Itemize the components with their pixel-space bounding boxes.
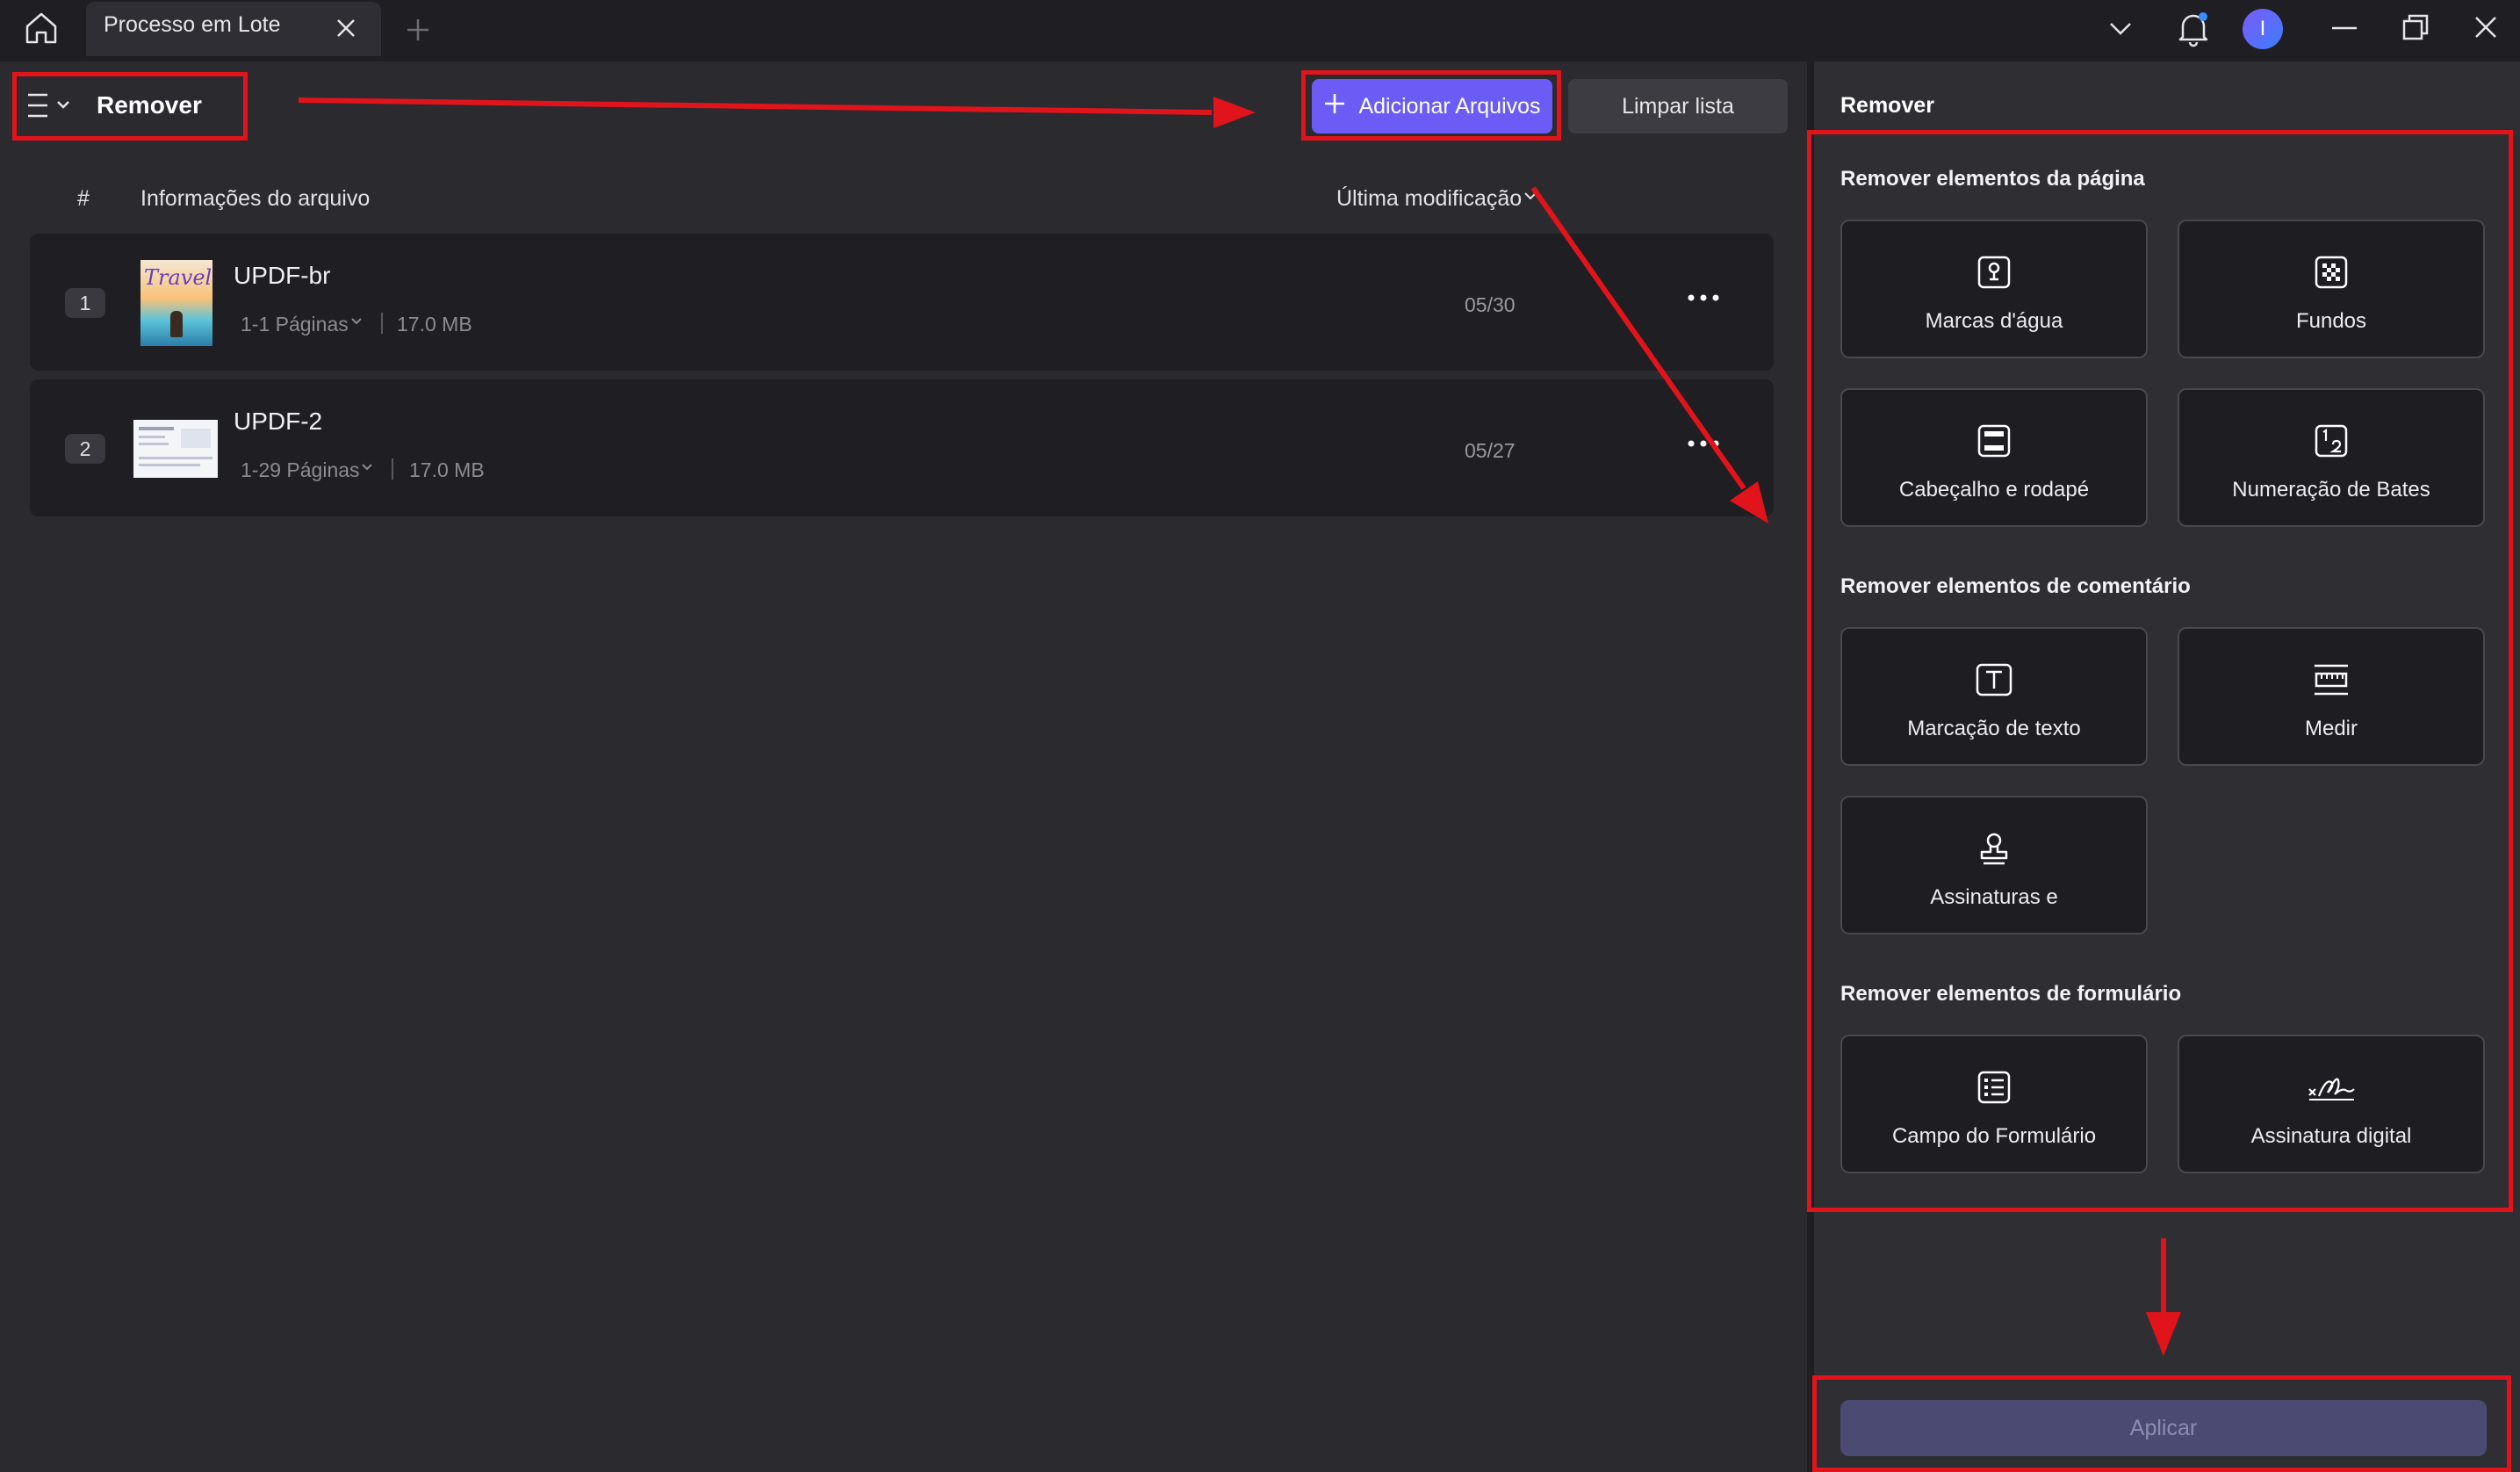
annotation-arrows [298,97,2181,1356]
